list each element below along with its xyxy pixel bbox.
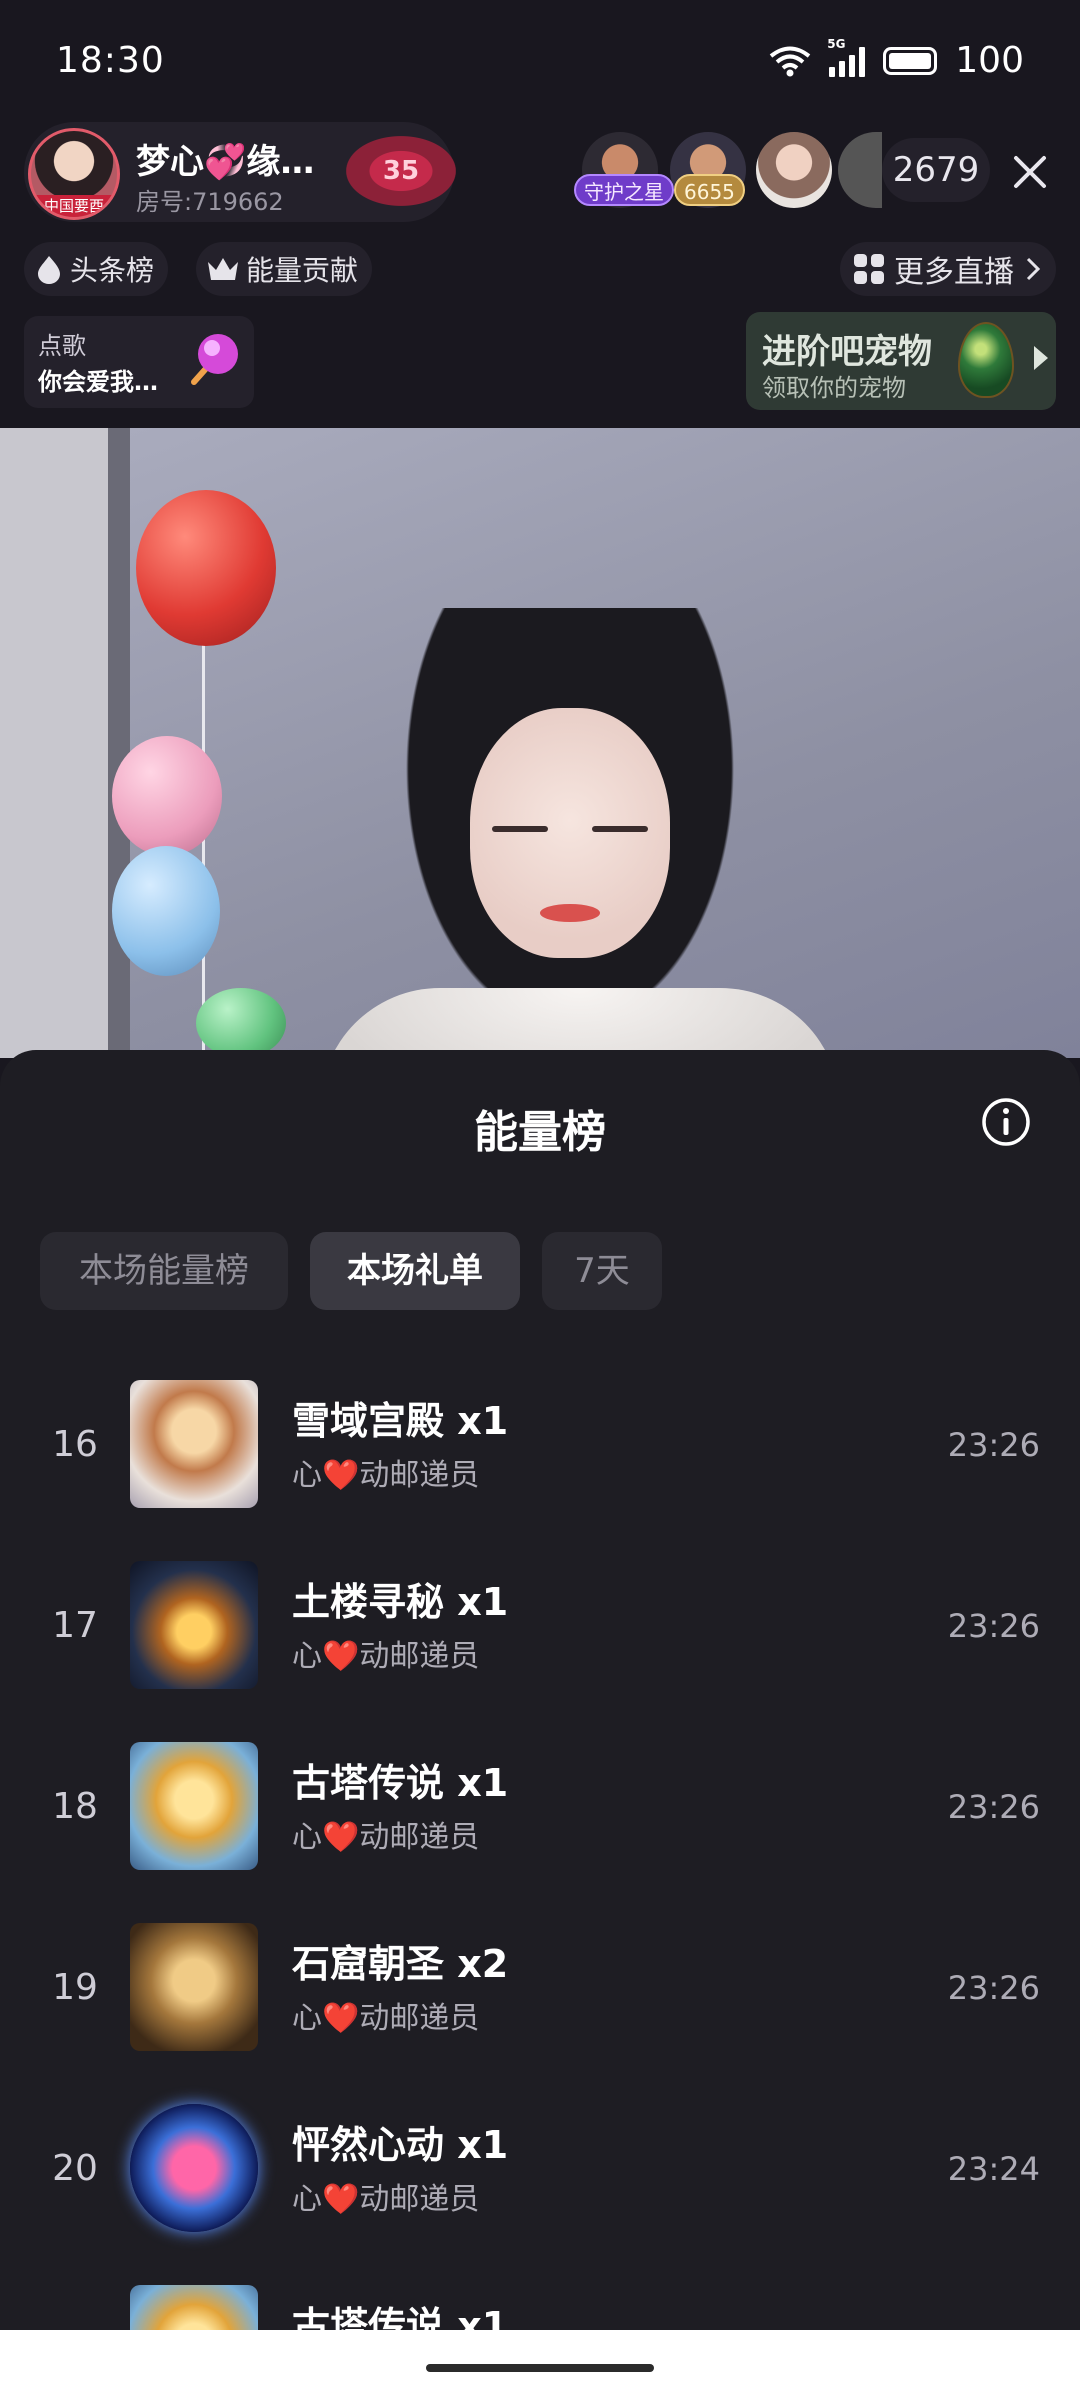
more-live-button[interactable]: 更多直播 [840, 242, 1056, 296]
viewer-count[interactable]: 2679 [882, 138, 990, 202]
balloon-image [136, 490, 276, 646]
sender-name: 心❤️动邮递员 [292, 1820, 480, 1855]
gift-time: 23:26 [947, 1788, 1040, 1826]
microphone-icon [191, 334, 238, 385]
status-icons: 5G 100 [769, 37, 1024, 81]
chevron-right-icon [1026, 257, 1041, 281]
list-item[interactable]: 17 土楼寻秘 x1 心❤️动邮递员 23:26 [0, 1561, 1080, 1742]
crown-icon [208, 258, 238, 280]
pet-promo-title: 进阶吧宠物 [762, 332, 932, 372]
headline-rank-button[interactable]: 头条榜 [24, 242, 169, 296]
viewer-avatar[interactable] [838, 132, 882, 208]
pagoda-gift-icon [130, 2285, 258, 2330]
gift-name: 古塔传说 x1 [292, 1761, 509, 1805]
rank-number: 16 [52, 1424, 98, 1465]
gift-name: 雪域宫殿 x1 [292, 1399, 509, 1443]
gift-name: 石窟朝圣 x2 [292, 1942, 509, 1986]
room-header: 中国要酉 梦心💞缘… 房号:719662 35 守护之星 6655 2679 头… [0, 118, 1080, 428]
sender-name: 心❤️动邮递员 [292, 2001, 480, 2036]
battery-icon [883, 46, 938, 75]
pagoda-gift-icon [130, 1742, 258, 1870]
play-arrow-icon [1034, 346, 1048, 370]
viewer-avatar[interactable] [756, 132, 832, 208]
palace-gift-icon [130, 1380, 258, 1508]
tulou-gift-icon [130, 1561, 258, 1689]
gift-time: 23:24 [947, 2150, 1040, 2188]
flame-icon [38, 256, 60, 284]
list-item[interactable]: 19 石窟朝圣 x2 心❤️动邮递员 23:26 [0, 1923, 1080, 2104]
tab-seven-days[interactable]: 7天 [542, 1232, 662, 1310]
close-icon[interactable] [1006, 148, 1054, 196]
home-indicator[interactable] [426, 2364, 654, 2372]
tab-session-gifts[interactable]: 本场礼单 [310, 1232, 520, 1310]
gift-time: 23:26 [947, 1969, 1040, 2007]
gift-name: 古塔传说 x1 [292, 2304, 509, 2330]
balloon-image [112, 736, 222, 856]
status-bar: 18:30 5G 100 [0, 0, 1080, 118]
gift-name: 怦然心动 x1 [292, 2123, 509, 2167]
panel-title: 能量榜 [474, 1107, 606, 1158]
points-badge: 6655 [674, 174, 745, 206]
avatar-tag: 中国要酉 [31, 195, 117, 217]
wifi-icon [770, 46, 811, 76]
network-type-label: 5G [827, 36, 846, 51]
list-item[interactable]: 古塔传说 x1 [0, 2285, 1080, 2330]
balloon-image [112, 846, 220, 976]
balloon-image [196, 988, 286, 1058]
fans-level: 35 [382, 156, 420, 186]
info-icon[interactable] [980, 1096, 1032, 1148]
list-item[interactable]: 20 怦然心动 x1 心❤️动邮递员 23:24 [0, 2104, 1080, 2285]
egg-icon [958, 322, 1014, 398]
song-request-card[interactable]: 点歌 你会爱我… [24, 316, 254, 408]
buddha-gift-icon [130, 1923, 258, 2051]
heart-bubble-gift-icon [130, 2104, 258, 2232]
energy-contribution-label: 能量贡献 [246, 254, 359, 287]
guardian-star-badge: 守护之星 [574, 174, 674, 206]
room-id: 房号:719662 [136, 188, 284, 216]
tab-session-energy[interactable]: 本场能量榜 [40, 1232, 288, 1310]
grid-icon [854, 254, 884, 284]
rank-number: 20 [52, 2148, 98, 2189]
energy-contribution-button[interactable]: 能量贡献 [196, 242, 373, 296]
host-avatar[interactable]: 中国要酉 [28, 128, 120, 220]
streamer-image [320, 608, 840, 1058]
headline-rank-label: 头条榜 [70, 254, 155, 287]
rank-number: 18 [52, 1786, 98, 1827]
fans-club-badge[interactable]: 35 [346, 136, 456, 206]
list-item[interactable]: 16 雪域宫殿 x1 心❤️动邮递员 23:26 [0, 1380, 1080, 1561]
gift-list: 16 雪域宫殿 x1 心❤️动邮递员 23:26 17 土楼寻秘 x1 心❤️动… [0, 1380, 1080, 2330]
rank-number: 19 [52, 1967, 98, 2008]
gift-time: 23:26 [947, 1607, 1040, 1645]
pet-promo-card[interactable]: 进阶吧宠物 领取你的宠物 [746, 312, 1056, 410]
song-name: 你会爱我… [38, 368, 158, 396]
cellular-signal-icon: 5G [827, 37, 866, 77]
pet-promo-subtitle: 领取你的宠物 [762, 374, 906, 402]
sender-name: 心❤️动邮递员 [292, 1458, 480, 1493]
sender-name: 心❤️动邮递员 [292, 2182, 480, 2217]
gift-time: 23:26 [947, 1426, 1040, 1464]
navigation-bar [0, 2330, 1080, 2400]
rank-number: 17 [52, 1605, 98, 1646]
more-live-label: 更多直播 [894, 255, 1014, 290]
sender-name: 心❤️动邮递员 [292, 1639, 480, 1674]
gift-name: 土楼寻秘 x1 [292, 1580, 509, 1624]
song-request-label: 点歌 [38, 332, 86, 360]
battery-level: 100 [955, 40, 1024, 81]
host-name: 梦心💞缘… [136, 142, 315, 182]
live-video[interactable] [0, 428, 1080, 1058]
energy-rank-panel: 能量榜 本场能量榜 本场礼单 7天 16 雪域宫殿 x1 心❤️动邮递员 23:… [0, 1050, 1080, 2330]
status-time: 18:30 [56, 40, 165, 81]
list-item[interactable]: 18 古塔传说 x1 心❤️动邮递员 23:26 [0, 1742, 1080, 1923]
